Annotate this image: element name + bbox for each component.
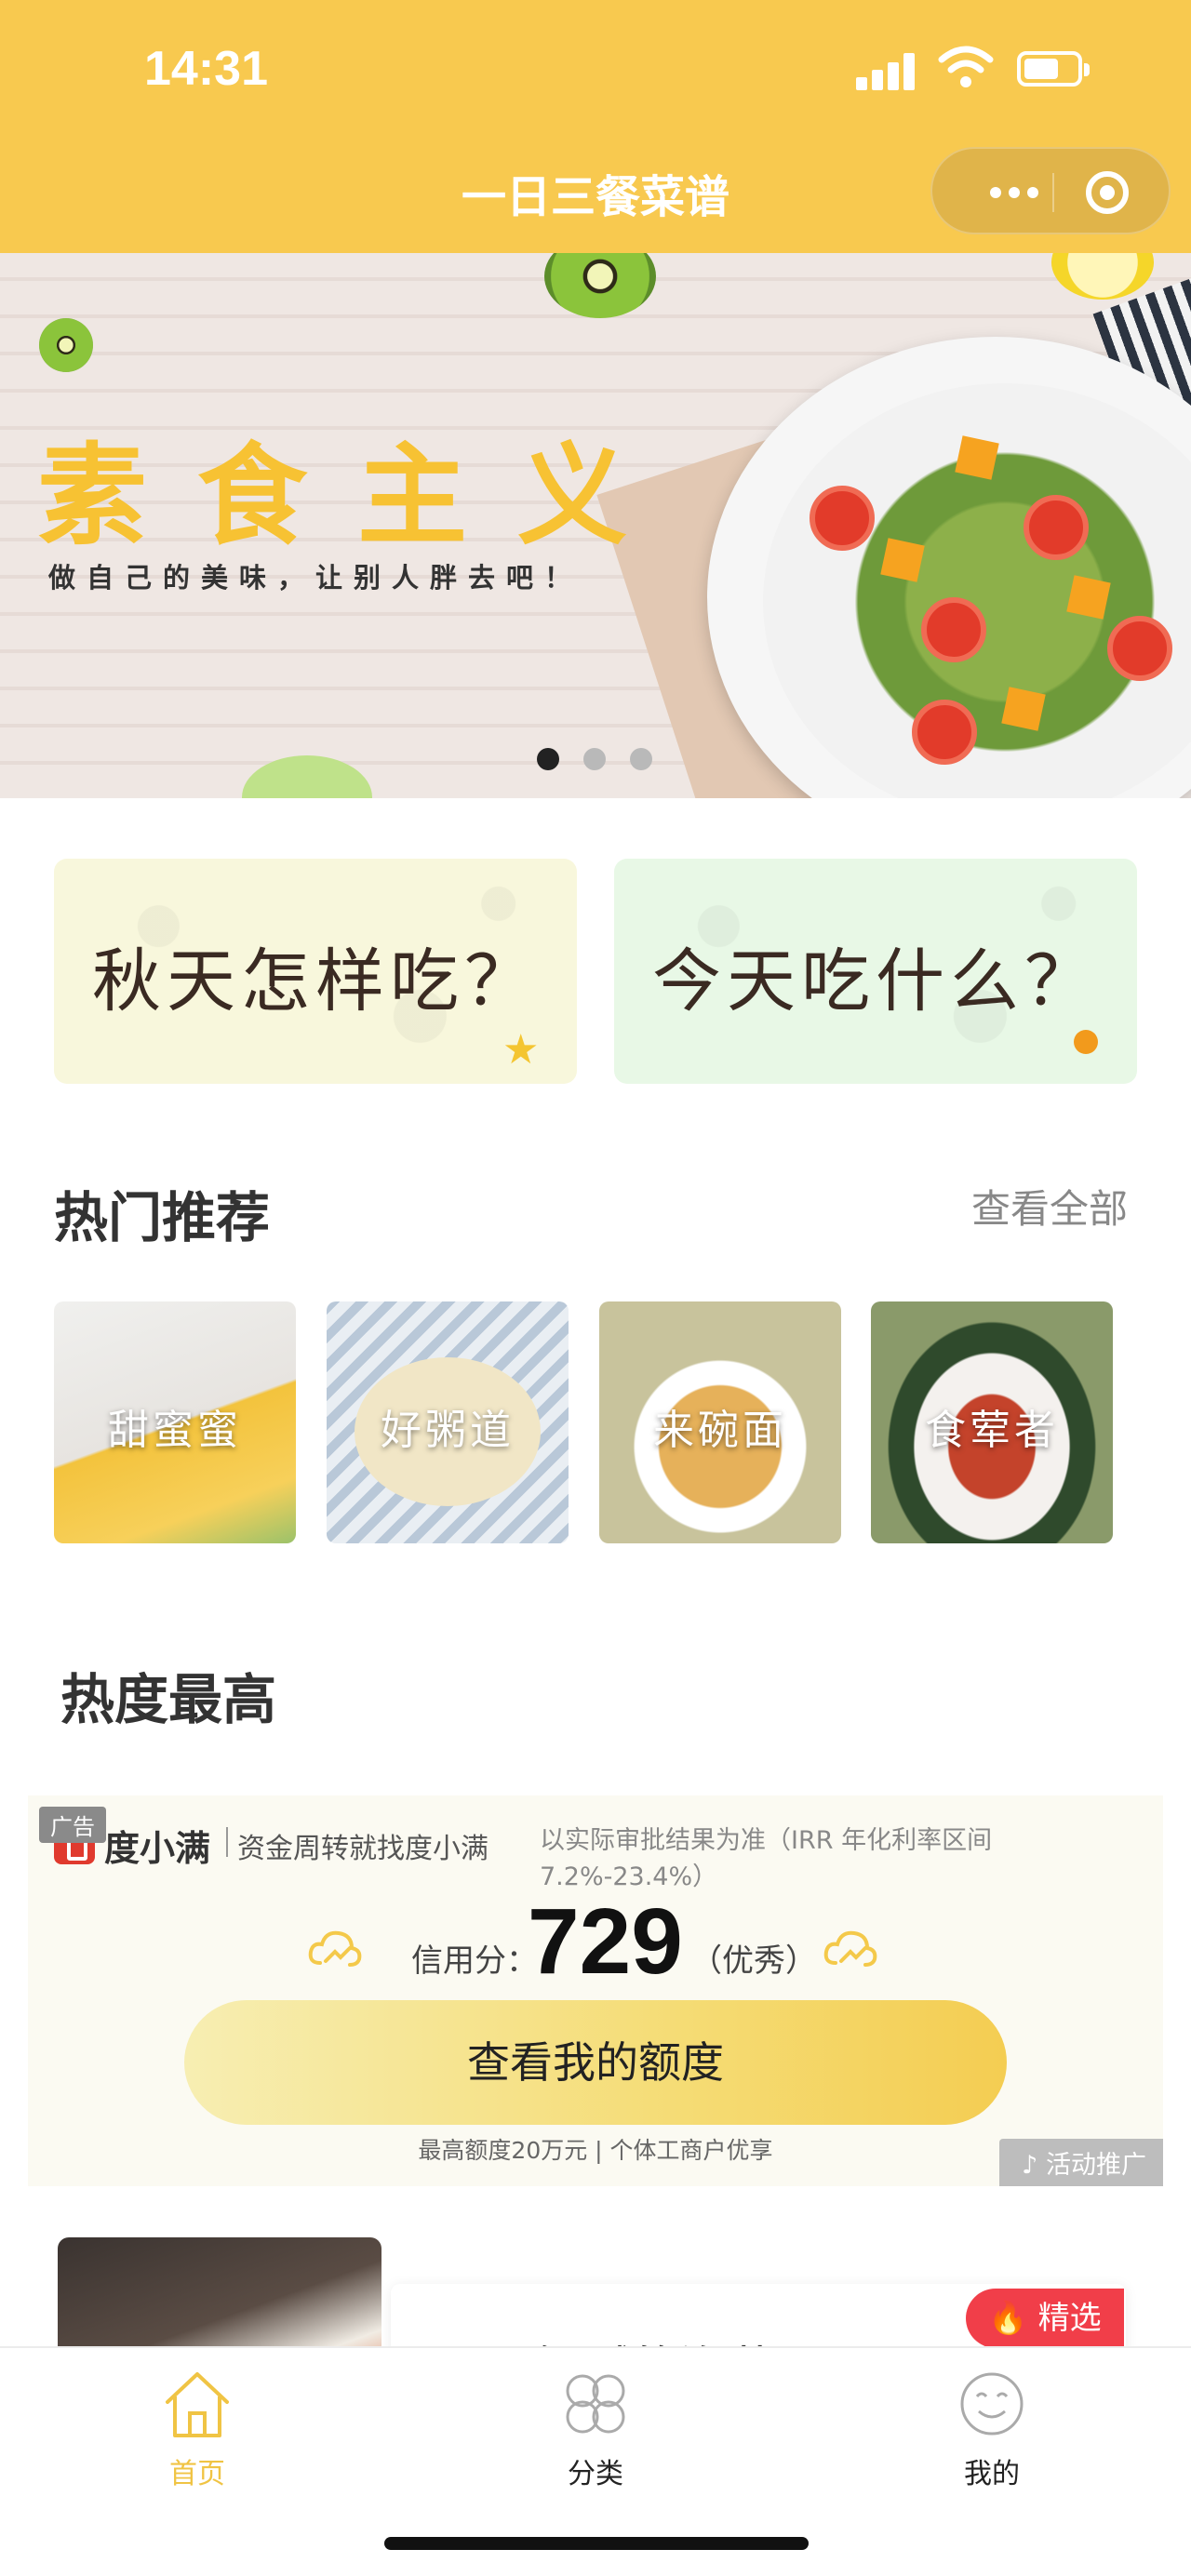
cloud-icon — [823, 1930, 877, 1967]
ad-banner[interactable]: 广告 度小满 资金周转就找度小满 以实际审批结果为准（IRR 年化利率区间 7.… — [28, 1795, 1163, 2186]
tomato-decoration — [912, 700, 977, 765]
carousel-dot[interactable] — [583, 748, 606, 770]
close-target-icon[interactable] — [1086, 171, 1129, 214]
ad-brand: 度小满 — [104, 1828, 211, 1869]
kiwi-decoration — [544, 253, 656, 318]
cheese-decoration — [1001, 687, 1046, 731]
tab-home[interactable]: 首页 — [104, 2367, 290, 2491]
tomato-decoration — [810, 486, 875, 551]
ad-tag: 广告 — [39, 1807, 106, 1843]
promo-label: 今天吃什么？ — [652, 941, 1099, 1021]
recommend-item-porridge[interactable]: 好粥道 — [327, 1301, 569, 1543]
tab-category[interactable]: 分类 — [502, 2367, 689, 2491]
ad-slogan: 资金周转就找度小满 — [226, 1825, 488, 1866]
orange-icon — [1074, 1030, 1098, 1054]
carousel-indicator — [537, 748, 652, 770]
featured-badge-label: 精选 — [1037, 2300, 1102, 2337]
more-icon[interactable] — [968, 167, 1061, 218]
cheese-decoration — [1066, 575, 1111, 620]
kiwi-decoration — [39, 318, 93, 372]
fire-icon: 🔥 — [988, 2300, 1028, 2337]
cheese-decoration — [880, 538, 925, 582]
check-quota-button[interactable]: 查看我的额度 — [184, 2000, 1007, 2125]
promo-card-autumn[interactable]: 秋天怎样吃？ ★ — [54, 859, 577, 1084]
tab-me-label: 我的 — [964, 2458, 1020, 2490]
tab-me[interactable]: 我的 — [899, 2367, 1085, 2491]
cucumber-decoration — [242, 755, 372, 798]
credit-grade: （优秀） — [690, 1942, 817, 1980]
top-bar: 14:31 一日三餐菜谱 — [0, 0, 1191, 253]
recommend-item-sweet[interactable]: 甜蜜蜜 — [54, 1301, 296, 1543]
signal-icon — [856, 51, 917, 90]
carousel-dot[interactable] — [537, 748, 559, 770]
tomato-decoration — [921, 597, 986, 662]
promo-card-today[interactable]: 今天吃什么？ — [614, 859, 1137, 1084]
recommend-item-label: 甜蜜蜜 — [108, 1407, 242, 1454]
credit-score-label: 信用分： — [411, 1942, 538, 1980]
featured-badge: 🔥 精选 — [966, 2289, 1124, 2348]
capsule-divider — [1052, 173, 1054, 212]
cheese-decoration — [955, 435, 999, 480]
home-indicator — [384, 2537, 809, 2550]
ad-disclaimer: 以实际审批结果为准（IRR 年化利率区间 7.2%-23.4%） — [540, 1826, 993, 1891]
hottest-title: 热度最高 — [60, 1668, 277, 1731]
star-icon: ★ — [502, 1026, 540, 1074]
cloud-icon — [308, 1930, 362, 1967]
recommend-item-label: 来碗面 — [653, 1407, 787, 1454]
tomato-decoration — [1024, 495, 1089, 560]
banner-title: 素食主义 — [37, 432, 678, 560]
recommend-item-meat[interactable]: 食荤者 — [871, 1301, 1113, 1543]
recommend-item-label: 食荤者 — [925, 1407, 1059, 1454]
wifi-icon — [938, 46, 994, 87]
battery-icon — [1017, 51, 1090, 87]
carousel-dot[interactable] — [630, 748, 652, 770]
category-icon — [566, 2374, 625, 2434]
tomato-decoration — [1107, 616, 1172, 681]
recommend-item-label: 好粥道 — [381, 1407, 515, 1454]
status-time: 14:31 — [144, 42, 268, 96]
ad-footer: 最高额度20万元 | 个体工商户优享 — [418, 2137, 773, 2164]
tab-category-label: 分类 — [568, 2458, 623, 2490]
see-all-link[interactable]: 查看全部 — [971, 1178, 1128, 1235]
mini-program-capsule — [930, 147, 1171, 234]
recommend-item-noodles[interactable]: 来碗面 — [599, 1301, 841, 1543]
tab-home-label: 首页 — [169, 2458, 225, 2490]
activity-promo-tag: ♪ 活动推广 — [999, 2139, 1163, 2186]
smiley-icon — [960, 2372, 1024, 2436]
lemon-decoration — [1051, 253, 1154, 300]
banner-carousel[interactable]: 素食主义 做自己的美味，让别人胖去吧！ — [0, 253, 1191, 798]
credit-score: 729 — [528, 1889, 683, 1994]
home-icon — [166, 2372, 229, 2437]
promo-label: 秋天怎样吃？ — [92, 941, 539, 1021]
banner-subtitle: 做自己的美味，让别人胖去吧！ — [48, 562, 583, 594]
hot-recommend-title: 热门推荐 — [54, 1186, 271, 1249]
